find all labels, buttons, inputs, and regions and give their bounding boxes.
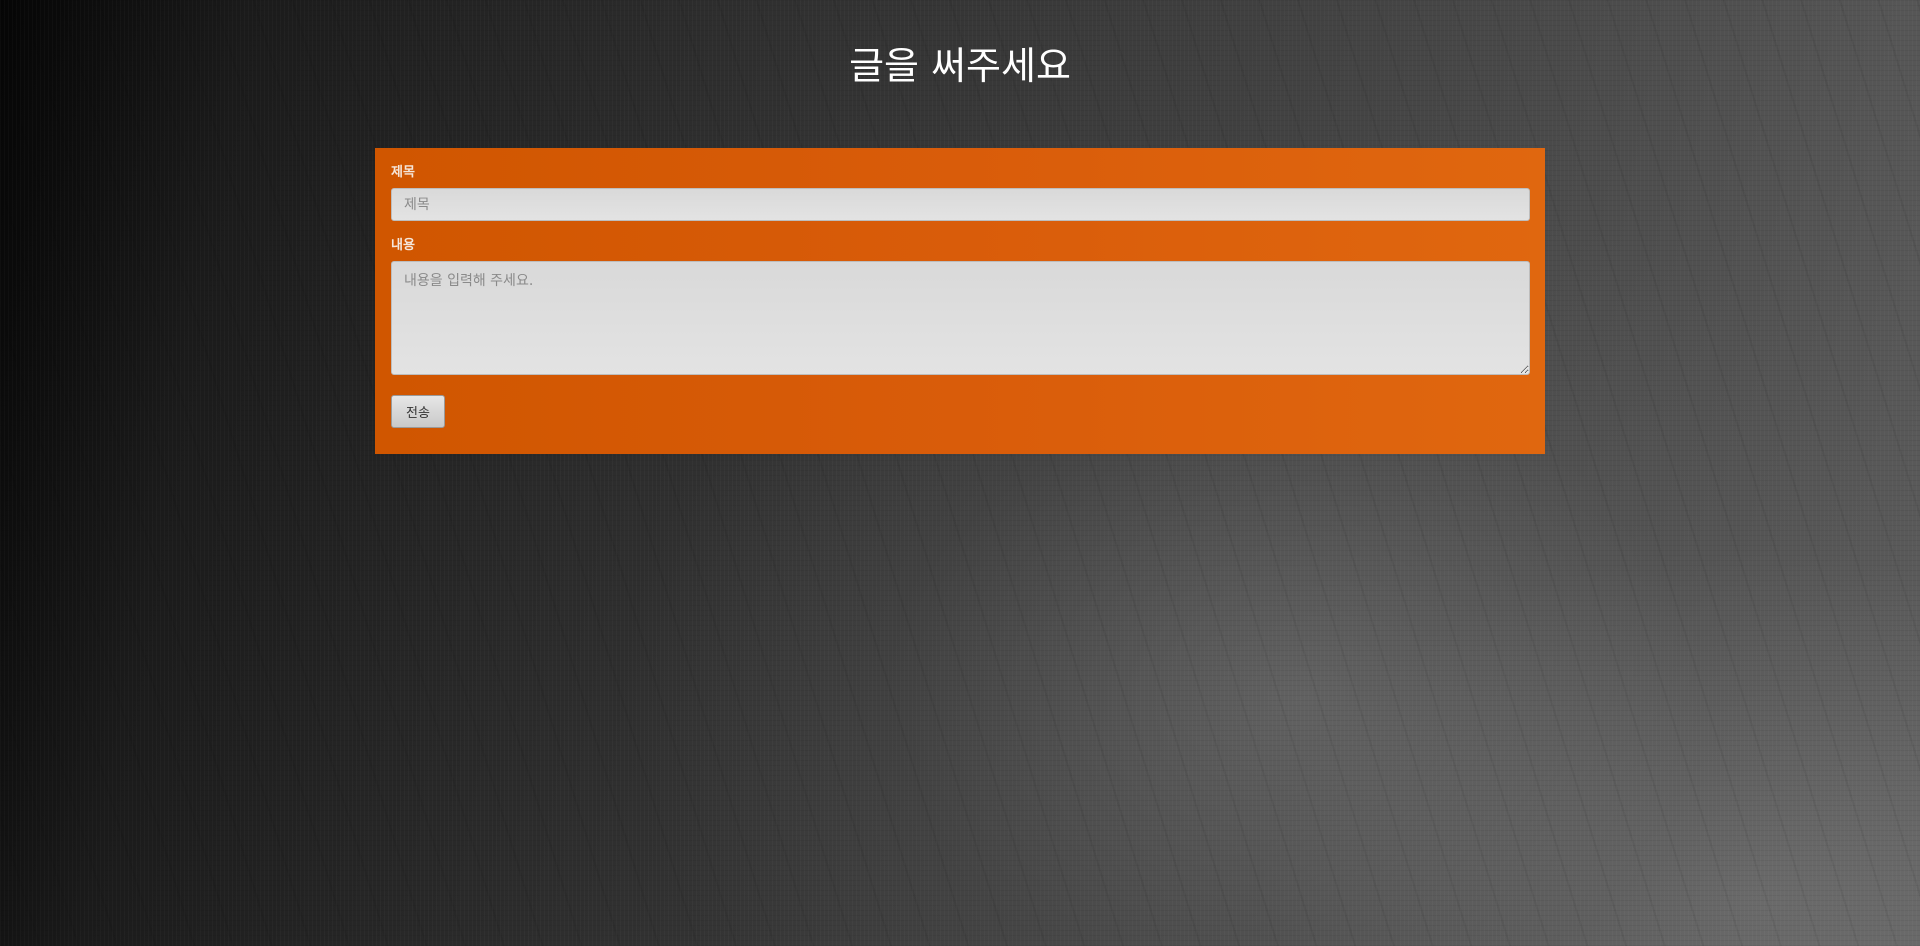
write-post-form: 제목 내용 전송 [375,148,1545,454]
page-title: 글을 써주세요 [849,44,1071,88]
background-texture [0,0,1920,946]
submit-button[interactable]: 전송 [391,395,445,428]
title-input[interactable] [391,188,1530,221]
title-label: 제목 [391,165,415,180]
content-label: 내용 [391,238,415,253]
content-textarea[interactable] [391,261,1530,375]
